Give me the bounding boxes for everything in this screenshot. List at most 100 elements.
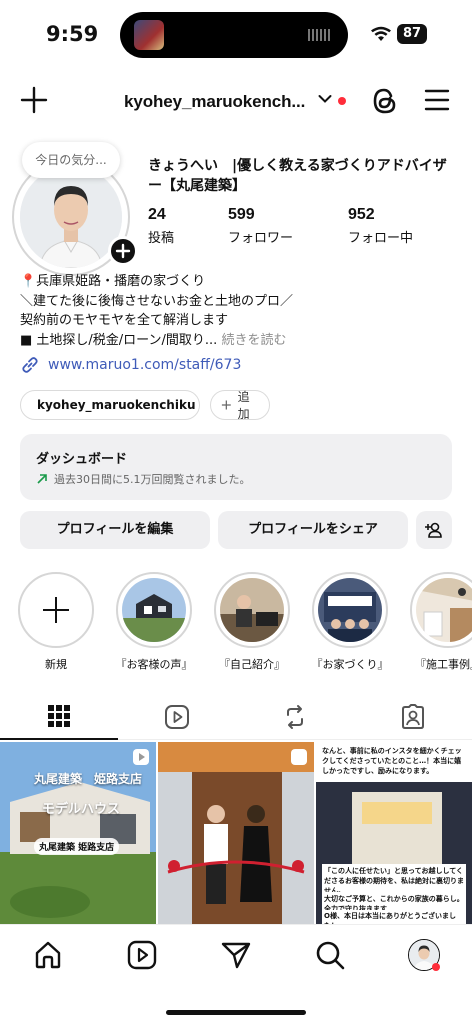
- share-profile-button[interactable]: プロフィールをシェア: [218, 511, 408, 549]
- bottom-navigation: [0, 924, 472, 1024]
- reels-icon[interactable]: [126, 939, 158, 971]
- highlight-ring: [116, 572, 192, 648]
- highlight-cover: [416, 578, 472, 642]
- clock: 9:59: [46, 22, 99, 46]
- followers-count: 599: [228, 206, 255, 223]
- threads-icon[interactable]: [370, 86, 400, 116]
- dashboard-subtitle-row: 過去30日間に5.1万回閲覧されました。: [36, 471, 436, 487]
- profile-header: kyohey_maruokench...: [0, 80, 472, 124]
- chevron-down-icon[interactable]: [318, 94, 332, 104]
- plus-icon: [43, 597, 69, 623]
- followers-label: フォロワー: [228, 231, 294, 246]
- stat-following[interactable]: 952 フォロー中: [348, 206, 413, 246]
- highlight-ring: [410, 572, 472, 648]
- search-icon[interactable]: [314, 939, 346, 971]
- avatar: [20, 166, 122, 268]
- highlight-label: 『お客様の声』: [115, 658, 193, 671]
- posts-count: 24: [148, 206, 166, 223]
- website-link[interactable]: www.maruo1.com/staff/673: [20, 355, 241, 375]
- highlight-customer-voice[interactable]: 『お客様の声』: [114, 572, 194, 672]
- note-bubble[interactable]: 今日の気分...: [22, 142, 120, 178]
- highlight-ring: [312, 572, 388, 648]
- post-overlay-text: なんと、事前に私のインスタを細かくチェックしてくださっていたとのこと…！本当に嬉…: [322, 747, 462, 775]
- highlight-label: 『お家づくり』: [311, 658, 389, 671]
- post-overlay-text: モデルハウス: [42, 802, 121, 817]
- link-icon: [22, 357, 38, 373]
- create-plus-icon[interactable]: [20, 86, 48, 114]
- wifi-icon: [371, 26, 391, 41]
- home-indicator: [166, 1010, 306, 1015]
- professional-dashboard[interactable]: ダッシュボード 過去30日間に5.1万回閲覧されました。: [20, 434, 452, 500]
- dashboard-subtitle: 過去30日間に5.1万回閲覧されました。: [54, 473, 251, 486]
- bio-line: 📍兵庫県姫路・播磨の家づくり: [20, 274, 206, 289]
- menu-icon[interactable]: [424, 88, 450, 112]
- tab-tagged[interactable]: [354, 694, 472, 740]
- tagged-person-icon: [402, 704, 424, 729]
- display-name: きょうへい |優しく教える家づくりアドバイザー【丸尾建築】: [148, 158, 447, 194]
- post-thumbnail[interactable]: 丸尾建築 姫路支店 モデルハウス 丸尾建築 姫路支店: [0, 742, 156, 924]
- status-bar: 9:59 87: [0, 0, 472, 70]
- highlight-ring: [214, 572, 290, 648]
- direct-message-icon[interactable]: [220, 939, 252, 971]
- stat-followers[interactable]: 599 フォロワー: [228, 206, 293, 246]
- bio-line: ■ 土地探し/税金/ローン/間取り...: [20, 332, 218, 348]
- trend-up-icon: [37, 474, 47, 484]
- add-chip-label: 追加: [237, 390, 250, 421]
- post-overlay-text: 丸尾建築 姫路支店: [34, 772, 143, 786]
- posts-label: 投稿: [148, 231, 175, 246]
- carousel-indicator-icon: [291, 749, 307, 765]
- plus-icon: [115, 243, 131, 259]
- bio: 📍兵庫県姫路・播磨の家づくり ＼建てた後に後悔させないお金と土地のプロ／ 契約前…: [20, 272, 460, 350]
- highlight-label: 新規: [45, 658, 67, 671]
- threads-profile-chip[interactable]: kyohey_maruokenchiku: [20, 390, 200, 420]
- highlight-label: 『施工事例』: [415, 658, 472, 671]
- website-url: www.maruo1.com/staff/673: [48, 357, 242, 373]
- home-icon[interactable]: [32, 939, 64, 971]
- tab-reposts[interactable]: [236, 694, 354, 740]
- repost-icon: [287, 705, 303, 729]
- profile-tabs: [0, 694, 472, 740]
- add-chip[interactable]: 追加: [210, 390, 270, 421]
- discover-people-button[interactable]: [416, 511, 452, 549]
- following-label: フォロー中: [348, 231, 414, 246]
- battery-indicator: 87: [397, 24, 427, 44]
- now-playing-artwork: [134, 20, 164, 50]
- following-count: 952: [348, 206, 375, 223]
- highlight-case-studies[interactable]: 『施工事例』: [408, 572, 472, 672]
- post-grid: 丸尾建築 姫路支店 モデルハウス 丸尾建築 姫路支店 なんと、事前に私のインスタ…: [0, 742, 472, 924]
- threads-chip-label: kyohey_maruokenchiku: [37, 398, 196, 412]
- tab-posts-grid[interactable]: [0, 694, 118, 740]
- post-image: [158, 742, 314, 924]
- grid-icon: [48, 705, 70, 727]
- read-more-link[interactable]: 続きを読む: [221, 333, 286, 348]
- notification-dot: [432, 963, 440, 971]
- location-tag: 丸尾建築 姫路支店: [34, 838, 120, 855]
- post-thumbnail[interactable]: [158, 742, 314, 924]
- audio-wave-icon: [308, 29, 330, 41]
- highlight-self-intro[interactable]: 『自己紹介』: [212, 572, 292, 672]
- plus-icon: [221, 400, 231, 410]
- notification-dot: [338, 97, 346, 105]
- dashboard-title: ダッシュボード: [36, 452, 128, 467]
- post-overlay-text: O様、本日は本当にありがとうございました！: [322, 910, 466, 924]
- tab-reels[interactable]: [118, 694, 236, 740]
- highlight-label: 『自己紹介』: [219, 658, 285, 671]
- highlight-cover: [318, 578, 382, 642]
- reel-indicator-icon: [133, 749, 149, 765]
- dynamic-island[interactable]: [120, 12, 348, 58]
- highlight-cover: [122, 578, 186, 642]
- add-person-icon: [425, 522, 442, 538]
- account-switcher-username[interactable]: kyohey_maruokench...: [124, 92, 305, 112]
- bio-line: ＼建てた後に後悔させないお金と土地のプロ／: [20, 293, 294, 309]
- highlight-ring: [18, 572, 94, 648]
- post-thumbnail[interactable]: なんと、事前に私のインスタを細かくチェックしてくださっていたとのこと…！本当に嬉…: [316, 742, 472, 924]
- add-story-button[interactable]: [108, 236, 138, 266]
- edit-profile-button[interactable]: プロフィールを編集: [20, 511, 210, 549]
- highlight-cover: [220, 578, 284, 642]
- highlight-home-building[interactable]: 『お家づくり』: [310, 572, 390, 672]
- bio-line: 契約前のモヤモヤを全て解消します: [20, 313, 229, 328]
- stat-posts[interactable]: 24 投稿: [148, 206, 174, 246]
- highlight-new[interactable]: 新規: [16, 572, 96, 672]
- reels-icon: [165, 705, 189, 729]
- bio-line-last: ■ 土地探し/税金/ローン/間取り... 続きを読む: [20, 331, 460, 351]
